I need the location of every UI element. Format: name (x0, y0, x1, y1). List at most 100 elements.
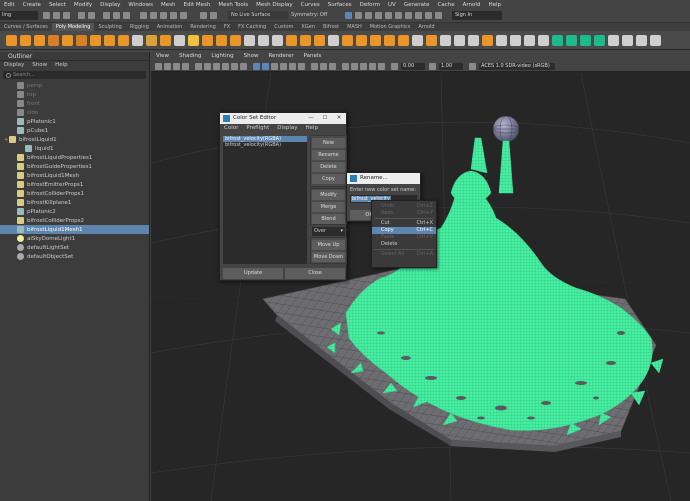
select-camera-icon[interactable] (155, 63, 162, 70)
isolate-select-icon[interactable] (342, 63, 349, 70)
shelf-tool-icon[interactable] (468, 35, 479, 46)
menu-set-dropdown[interactable]: ling (0, 11, 38, 20)
attribute-editor-icon[interactable] (355, 12, 362, 19)
undo-icon[interactable] (78, 12, 85, 19)
shelf-tool-icon[interactable] (300, 35, 311, 46)
xray-joints-icon[interactable] (320, 63, 327, 70)
wireframe-icon[interactable] (253, 63, 260, 70)
outliner-item[interactable]: pPlatonic2 (0, 207, 149, 216)
shelf-tool-icon[interactable] (552, 35, 563, 46)
outliner-item[interactable]: bifrostColliderProps1 (0, 189, 149, 198)
maximize-icon[interactable]: ☐ (318, 113, 332, 124)
outliner-item[interactable]: persp (0, 81, 149, 90)
channel-box-icon[interactable] (375, 12, 382, 19)
shelf-tool-icon[interactable] (118, 35, 129, 46)
context-menu-item-cut[interactable]: Cut Ctrl+X (372, 220, 436, 227)
outliner-menu-help[interactable]: Help (55, 61, 68, 69)
render-sequence-icon[interactable] (425, 12, 432, 19)
grid-icon[interactable] (195, 63, 202, 70)
wireframe-on-shaded-icon[interactable] (271, 63, 278, 70)
safe-action-icon[interactable] (240, 63, 247, 70)
outliner-item[interactable]: defaultLightSet (0, 243, 149, 252)
shelf-tool-icon[interactable] (6, 35, 17, 46)
shelf-tab-fx-caching[interactable]: FX Caching (234, 23, 270, 31)
menu-help[interactable]: Help (306, 124, 319, 133)
shelf-tab-bifrost[interactable]: Bifrost (319, 23, 343, 31)
shelf-tab-rendering[interactable]: Rendering (186, 23, 220, 31)
rename-button[interactable]: Rename (312, 150, 345, 160)
outliner-item[interactable]: + bifrostLiquid1 (0, 135, 149, 144)
gamma-icon[interactable] (429, 63, 436, 70)
menu-edit[interactable]: Edit (0, 2, 19, 8)
shelf-tool-icon[interactable] (650, 35, 661, 46)
shadows-icon[interactable] (298, 63, 305, 70)
shelf-tool-icon[interactable] (622, 35, 633, 46)
shelf-tab-mash[interactable]: MASH (343, 23, 366, 31)
viewport-menu-panels[interactable]: Panels (299, 52, 327, 61)
outliner-item[interactable]: bifrostLiquid1Mesh (0, 171, 149, 180)
color-set-list[interactable]: bifrost_velocity(RGBA) bifrost_velocity(… (223, 136, 307, 264)
context-menu-item-copy[interactable]: Copy Ctrl+C (372, 227, 436, 234)
shelf-tool-icon[interactable] (398, 35, 409, 46)
shelf-tool-icon[interactable] (272, 35, 283, 46)
film-gate-icon[interactable] (204, 63, 211, 70)
outliner-item[interactable]: pCube1 (0, 126, 149, 135)
new-button[interactable]: New (312, 138, 345, 148)
snap-grid-icon[interactable] (140, 12, 147, 19)
shelf-tool-icon[interactable] (62, 35, 73, 46)
camera-attributes-icon[interactable] (164, 63, 171, 70)
shelf-tab-rigging[interactable]: Rigging (126, 23, 153, 31)
close-icon[interactable]: ✕ (332, 113, 346, 124)
shelf-tool-icon[interactable] (566, 35, 577, 46)
outliner-item[interactable]: bifrostLiquidProperties1 (0, 153, 149, 162)
shelf-tool-icon[interactable] (496, 35, 507, 46)
shelf-tool-icon[interactable] (258, 35, 269, 46)
shelf-tool-icon[interactable] (608, 35, 619, 46)
outliner-menu-show[interactable]: Show (32, 61, 47, 69)
shelf-tool-icon[interactable] (34, 35, 45, 46)
menu-display[interactable]: Display (277, 124, 297, 133)
snap-point-icon[interactable] (160, 12, 167, 19)
save-scene-icon[interactable] (63, 12, 70, 19)
outliner-search-input[interactable]: Search... (3, 71, 146, 79)
shelf-tool-icon[interactable] (202, 35, 213, 46)
select-component-icon[interactable] (123, 12, 130, 19)
lights-icon[interactable] (289, 63, 296, 70)
menu-select[interactable]: Select (45, 2, 70, 8)
hypershade-icon[interactable] (405, 12, 412, 19)
shelf-tool-icon[interactable] (384, 35, 395, 46)
viewport-menu-show[interactable]: Show (239, 52, 264, 61)
view-transform-dropdown[interactable]: ACES 1.0 SDR-video (sRGB) (479, 63, 555, 70)
shelf-tool-icon[interactable] (538, 35, 549, 46)
color-set-editor-window[interactable]: Color Set Editor — ☐ ✕ Color Preflight D… (219, 112, 347, 281)
live-surface-field[interactable]: No Live Surface (228, 11, 288, 20)
shelf-tool-icon[interactable] (132, 35, 143, 46)
menu-help[interactable]: Help (484, 2, 505, 8)
shelf-tool-icon[interactable] (188, 35, 199, 46)
menu-arnold[interactable]: Arnold (459, 2, 485, 8)
new-scene-icon[interactable] (43, 12, 50, 19)
menu-curves[interactable]: Curves (297, 2, 324, 8)
outliner-menu-display[interactable]: Display (4, 61, 24, 69)
shelf-tab-custom[interactable]: Custom (270, 23, 297, 31)
shelf-tool-icon[interactable] (146, 35, 157, 46)
snap-curve-icon[interactable] (150, 12, 157, 19)
menu-uv[interactable]: UV (384, 2, 400, 8)
sign-in-dropdown[interactable]: Sign In (452, 11, 502, 20)
menu-generate[interactable]: Generate (400, 2, 434, 8)
outliner-item[interactable]: bifrostGuideProperties1 (0, 162, 149, 171)
outliner-item[interactable]: side (0, 108, 149, 117)
rename-titlebar[interactable]: Rename... (347, 173, 420, 184)
outliner-item[interactable]: front (0, 99, 149, 108)
menu-mesh-tools[interactable]: Mesh Tools (214, 2, 252, 8)
snap-view-icon[interactable] (170, 12, 177, 19)
outliner-item[interactable]: bifrostKillplane1 (0, 198, 149, 207)
copy-button[interactable]: Copy (312, 174, 345, 184)
menu-edit-mesh[interactable]: Edit Mesh (179, 2, 214, 8)
ipr-icon[interactable] (435, 12, 442, 19)
backface-icon[interactable] (329, 63, 336, 70)
ipr-render-icon[interactable] (385, 12, 392, 19)
menu-windows[interactable]: Windows (124, 2, 157, 8)
shelf-tool-icon[interactable] (594, 35, 605, 46)
menu-modify[interactable]: Modify (70, 2, 96, 8)
